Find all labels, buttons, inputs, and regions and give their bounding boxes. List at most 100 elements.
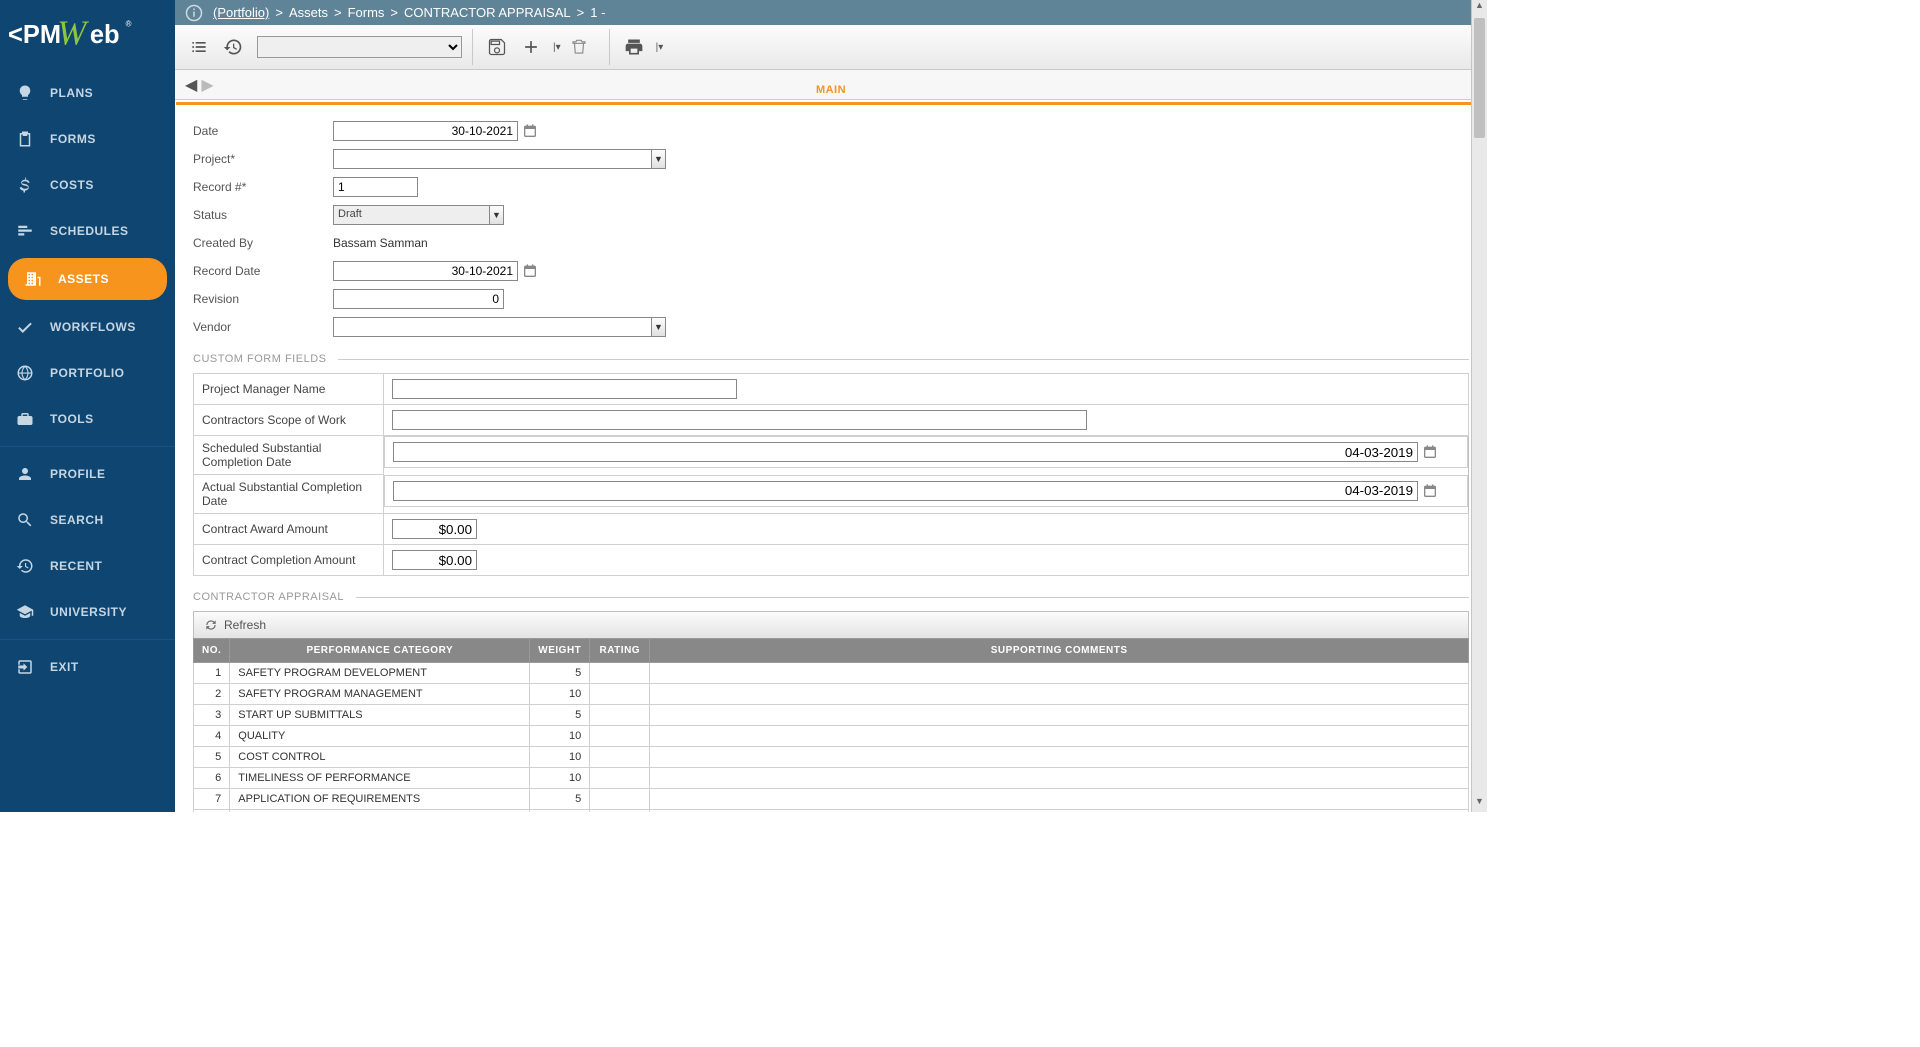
refresh-button[interactable]: Refresh — [193, 611, 1469, 638]
svg-text:®: ® — [126, 19, 132, 28]
cell-cat: APPLICATION OF REQUIREMENTS — [230, 789, 530, 810]
recorddate-input[interactable] — [333, 261, 518, 281]
cell-rt[interactable] — [590, 705, 650, 726]
nav-schedules[interactable]: SCHEDULES — [0, 208, 175, 254]
table-row[interactable]: 5COST CONTROL10 — [194, 747, 1469, 768]
nav-recent[interactable]: RECENT — [0, 543, 175, 589]
nav-workflows[interactable]: WORKFLOWS — [0, 304, 175, 350]
table-row[interactable]: 1SAFETY PROGRAM DEVELOPMENT5 — [194, 663, 1469, 684]
cell-sc[interactable] — [650, 747, 1469, 768]
nav-label: PROFILE — [50, 467, 106, 481]
cell-cat: START UP SUBMITTALS — [230, 705, 530, 726]
breadcrumb-portfolio[interactable]: (Portfolio) — [213, 5, 269, 20]
cell-rt[interactable] — [590, 789, 650, 810]
nav-exit[interactable]: EXIT — [0, 644, 175, 690]
cell-rt[interactable] — [590, 684, 650, 705]
table-row[interactable]: 3START UP SUBMITTALS5 — [194, 705, 1469, 726]
cell-wt: 10 — [530, 768, 590, 789]
print-dropdown[interactable]: |▾ — [652, 42, 668, 53]
revision-input[interactable] — [333, 289, 504, 309]
nav-tools[interactable]: TOOLS — [0, 396, 175, 442]
cell-wt: 5 — [530, 663, 590, 684]
toolbox-icon — [14, 408, 36, 430]
revision-label: Revision — [193, 292, 333, 306]
nav-university[interactable]: UNIVERSITY — [0, 589, 175, 635]
table-row[interactable]: 7APPLICATION OF REQUIREMENTS5 — [194, 789, 1469, 810]
calendar-icon[interactable] — [1422, 444, 1438, 460]
nav-assets[interactable]: ASSETS — [8, 258, 167, 300]
record-selector[interactable] — [257, 36, 462, 58]
nav-costs[interactable]: COSTS — [0, 162, 175, 208]
cell-sc[interactable] — [650, 705, 1469, 726]
cell-sc[interactable] — [650, 726, 1469, 747]
breadcrumb: (Portfolio) >Assets >Forms >CONTRACTOR A… — [175, 0, 1487, 25]
nav-portfolio[interactable]: PORTFOLIO — [0, 350, 175, 396]
recordno-input[interactable] — [333, 177, 418, 197]
act-input[interactable] — [393, 481, 1418, 501]
compl-input[interactable] — [392, 550, 477, 570]
sched-input[interactable] — [393, 442, 1418, 462]
table-row[interactable]: 2SAFETY PROGRAM MANAGEMENT10 — [194, 684, 1469, 705]
lightbulb-icon — [14, 82, 36, 104]
cell-cat: SAFETY PROGRAM MANAGEMENT — [230, 684, 530, 705]
list-button[interactable] — [185, 33, 213, 61]
nav-plans[interactable]: PLANS — [0, 70, 175, 116]
info-icon[interactable] — [185, 4, 203, 22]
cell-rt[interactable] — [590, 726, 650, 747]
add-button[interactable] — [517, 33, 545, 61]
tab-main[interactable]: MAIN — [176, 78, 1486, 105]
breadcrumb-rec: 1 - — [590, 5, 605, 20]
cell-cat: COST CONTROL — [230, 747, 530, 768]
cell-sc[interactable] — [650, 684, 1469, 705]
scope-label: Contractors Scope of Work — [194, 405, 384, 436]
createdby-value: Bassam Samman — [333, 236, 428, 250]
toolbar: |▾ |▾ — [175, 25, 1487, 70]
add-dropdown[interactable]: |▾ — [549, 42, 565, 53]
save-button[interactable] — [483, 33, 511, 61]
calendar-icon[interactable] — [1422, 483, 1438, 499]
delete-button[interactable] — [565, 33, 593, 61]
nav-label: SCHEDULES — [50, 224, 129, 238]
building-icon — [22, 268, 44, 290]
cell-cat: TIMELINESS OF PERFORMANCE — [230, 768, 530, 789]
cell-cat: LEADERSHIP — [230, 810, 530, 813]
nav-profile[interactable]: PROFILE — [0, 451, 175, 497]
cell-wt: 10 — [530, 810, 590, 813]
pm-input[interactable] — [392, 379, 737, 399]
cell-rt[interactable] — [590, 768, 650, 789]
table-row[interactable]: 8LEADERSHIP10 — [194, 810, 1469, 813]
date-input[interactable] — [333, 121, 518, 141]
calendar-icon[interactable] — [522, 263, 538, 279]
cell-sc[interactable] — [650, 810, 1469, 813]
cell-sc[interactable] — [650, 789, 1469, 810]
cell-rt[interactable] — [590, 747, 650, 768]
calendar-icon[interactable] — [522, 123, 538, 139]
scope-input[interactable] — [392, 410, 1087, 430]
history-button[interactable] — [219, 33, 247, 61]
svg-text:W: W — [57, 14, 89, 53]
nav-forms[interactable]: FORMS — [0, 116, 175, 162]
check-icon — [14, 316, 36, 338]
breadcrumb-page[interactable]: CONTRACTOR APPRAISAL — [404, 5, 571, 20]
cell-rt[interactable] — [590, 663, 650, 684]
search-icon — [14, 509, 36, 531]
content-area: Date Project*▼ Record #* StatusDraft▼ Cr… — [175, 100, 1487, 812]
vendor-select[interactable]: ▼ — [333, 317, 666, 337]
hdr-rt: RATING — [590, 639, 650, 663]
cell-rt[interactable] — [590, 810, 650, 813]
custom-fields-table: Project Manager Name Contractors Scope o… — [193, 373, 1469, 576]
project-select[interactable]: ▼ — [333, 149, 666, 169]
table-row[interactable]: 6TIMELINESS OF PERFORMANCE10 — [194, 768, 1469, 789]
award-input[interactable] — [392, 519, 477, 539]
status-select[interactable]: Draft▼ — [333, 205, 504, 225]
breadcrumb-assets[interactable]: Assets — [289, 5, 328, 20]
cell-sc[interactable] — [650, 663, 1469, 684]
nav-search[interactable]: SEARCH — [0, 497, 175, 543]
cell-sc[interactable] — [650, 768, 1469, 789]
cell-cat: SAFETY PROGRAM DEVELOPMENT — [230, 663, 530, 684]
breadcrumb-forms[interactable]: Forms — [348, 5, 385, 20]
table-row[interactable]: 4QUALITY10 — [194, 726, 1469, 747]
nav-label: COSTS — [50, 178, 94, 192]
scrollbar[interactable]: ▲▼ — [1471, 0, 1487, 812]
print-button[interactable] — [620, 33, 648, 61]
